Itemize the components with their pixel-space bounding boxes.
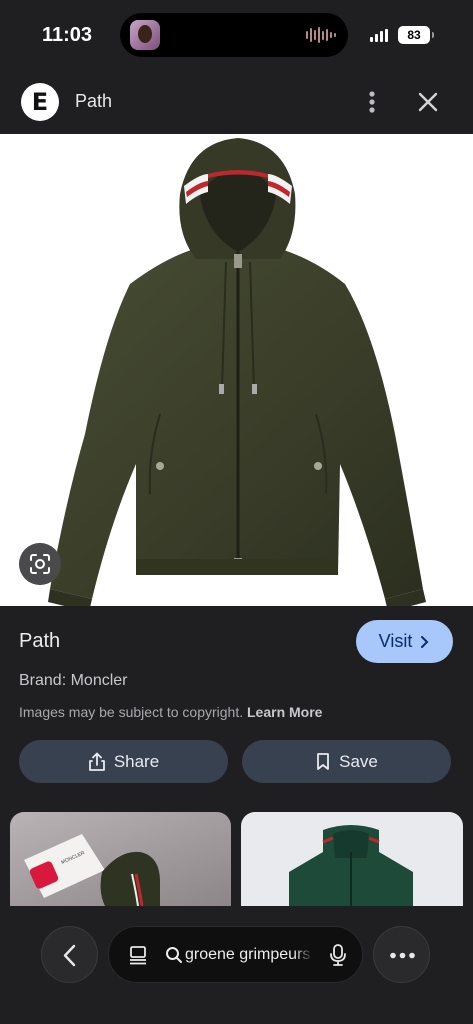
result-title: Path <box>19 630 61 652</box>
lens-search-icon[interactable] <box>19 543 61 585</box>
close-icon[interactable] <box>414 88 442 116</box>
save-button[interactable]: Save <box>242 740 451 783</box>
page-header: E Path <box>0 70 473 134</box>
related-image[interactable] <box>241 812 463 906</box>
share-button[interactable]: Share <box>19 740 228 783</box>
bookmark-icon <box>317 753 330 770</box>
search-bar[interactable]: groene grimpeurs <box>108 926 363 983</box>
chevron-left-icon <box>63 944 76 967</box>
copyright-text: Images may be subject to copyright. <box>19 704 244 720</box>
signal-icon <box>370 29 388 42</box>
result-info: Path Visit Brand: Moncler Images may be … <box>0 606 473 806</box>
related-images: MONCLER <box>0 812 473 906</box>
product-image[interactable] <box>0 134 473 606</box>
avatar <box>130 20 160 50</box>
status-bar: 11:03 83 <box>0 0 473 70</box>
more-button[interactable] <box>373 926 430 983</box>
more-options-icon[interactable] <box>360 88 384 116</box>
brand-text: Brand: Moncler <box>19 672 128 689</box>
battery-level: 83 <box>407 28 421 42</box>
save-label: Save <box>339 751 378 771</box>
dynamic-island[interactable] <box>120 13 348 57</box>
box-and-jacket-photo: MONCLER <box>24 834 160 906</box>
copyright-notice: Images may be subject to copyright. Lear… <box>19 704 322 720</box>
jacket-illustration <box>48 138 426 606</box>
related-image[interactable]: MONCLER <box>10 812 231 906</box>
green-jacket-photo <box>289 825 413 906</box>
share-label: Share <box>113 751 160 771</box>
audio-wave-icon <box>306 27 336 43</box>
visit-button[interactable]: Visit <box>356 620 453 663</box>
search-icon <box>166 947 182 963</box>
learn-more-link[interactable]: Learn More <box>247 704 322 720</box>
more-horizontal-icon <box>390 952 415 959</box>
site-logo: E <box>21 83 59 121</box>
microphone-icon[interactable] <box>327 943 349 967</box>
status-time: 11:03 <box>42 24 93 46</box>
tabs-icon[interactable] <box>127 944 149 966</box>
header-title: Path <box>75 91 113 111</box>
chevron-right-icon <box>421 635 429 648</box>
back-button[interactable] <box>41 926 98 983</box>
visit-label: Visit <box>378 631 413 651</box>
share-icon <box>88 752 105 771</box>
bottom-toolbar: groene grimpeurs <box>0 906 473 1024</box>
battery-icon: 83 <box>398 26 434 44</box>
search-query: groene grimpeurs <box>185 946 311 963</box>
